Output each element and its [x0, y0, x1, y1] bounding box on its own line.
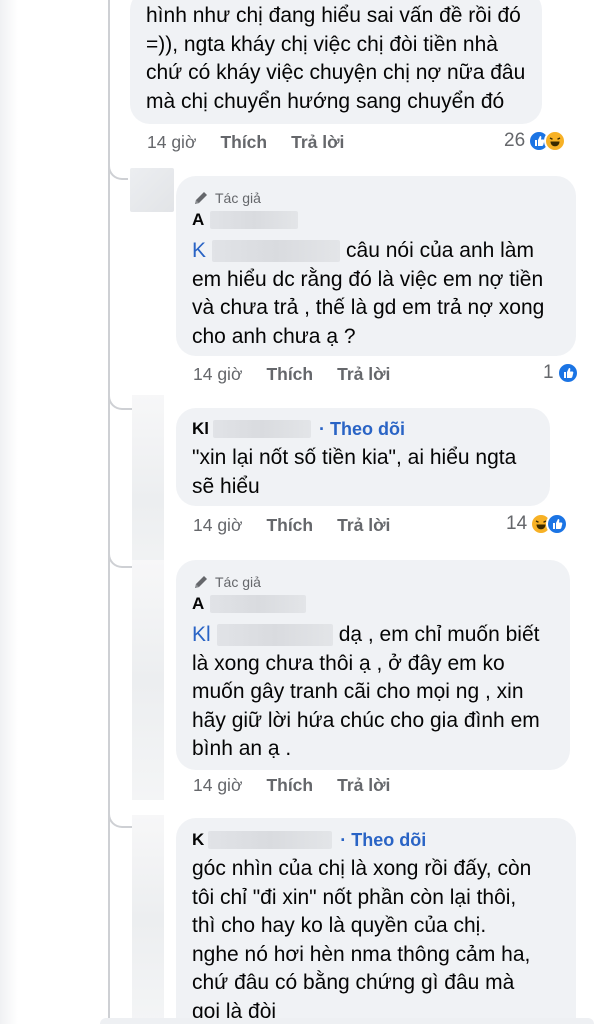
comment-line-rest: câu nói của anh làm — [346, 239, 534, 262]
comment-line: và chưa trả , thế là gd em trả nợ xong — [192, 296, 545, 319]
timestamp[interactable]: 14 giờ — [193, 364, 242, 385]
comment-line: =)), ngta kháy chị việc chị đòi tiền nhà — [146, 32, 498, 56]
comment-bubble: Tác giả A Kl dạ , em chỉ muốn biết là xon… — [176, 560, 570, 770]
reaction-summary[interactable]: 26 — [504, 130, 567, 152]
mention-link[interactable]: Kl — [192, 623, 211, 646]
redacted-name — [210, 211, 299, 229]
comment-author[interactable]: K · Theo dõi — [192, 829, 560, 851]
reply-button[interactable]: Trả lời — [337, 775, 390, 796]
redacted-name — [210, 595, 307, 613]
like-reaction-icon — [546, 513, 569, 535]
author-badge-label: Tác giả — [215, 574, 261, 590]
comment-line-rest: dạ , em chỉ muốn biết — [338, 623, 540, 646]
like-button[interactable]: Thích — [266, 364, 313, 385]
reply-button[interactable]: Trả lời — [337, 515, 390, 536]
pen-icon — [195, 576, 207, 588]
comment-line: bình an ạ . — [192, 737, 292, 760]
comment-line: thì cho hay ko là quyền của chị. — [192, 914, 487, 937]
comment-line: em hiểu dc rằng đó là việc em nợ tiền — [192, 267, 544, 291]
comment-bubble: K · Theo dõi góc nhìn của chị là xong rồ… — [176, 818, 576, 1024]
comment-bubble: Tác giả A Kcâu nói của anh làm em hiểu d… — [176, 176, 576, 356]
like-reaction-icon — [556, 362, 579, 384]
redacted-name — [213, 420, 311, 438]
reply-button[interactable]: Trả lời — [291, 132, 344, 153]
comment-author[interactable]: A — [192, 593, 554, 615]
comment-bubble: hình như chị đang hiểu sai vấn đề rồi đó… — [130, 0, 542, 124]
timestamp[interactable]: 14 giờ — [147, 132, 196, 153]
comment-author[interactable]: A — [192, 209, 560, 231]
author-name[interactable]: K — [192, 829, 204, 851]
reaction-count: 26 — [504, 130, 526, 151]
timestamp[interactable]: 14 giờ — [193, 515, 242, 536]
comment-actions: 14 giờ Thích Trả lời — [193, 364, 390, 385]
avatar[interactable] — [132, 815, 164, 1024]
like-button[interactable]: Thích — [266, 775, 313, 796]
avatar[interactable] — [132, 560, 164, 800]
comment-line: góc nhìn của chị là xong rồi đấy, còn — [192, 857, 532, 880]
reaction-count: 14 — [506, 513, 528, 534]
left-edge-shadow — [0, 0, 18, 1024]
comment-actions: 14 giờ Thích Trả lời — [193, 775, 390, 796]
author-name[interactable]: Kl — [192, 418, 209, 440]
comment-line: chứ đâu có bằng chứng gì đâu mà — [192, 971, 515, 994]
like-button[interactable]: Thích — [266, 515, 313, 536]
like-button[interactable]: Thích — [220, 132, 267, 153]
comment-composer-edge — [100, 1018, 594, 1024]
redacted-mention — [216, 624, 333, 647]
comment-line: Kcâu nói của anh làm — [192, 237, 560, 266]
avatar[interactable] — [130, 168, 174, 212]
reply-button[interactable]: Trả lời — [337, 364, 390, 385]
follow-link[interactable]: · Theo dõi — [319, 418, 405, 440]
comment-actions: 14 giờ Thích Trả lời — [193, 515, 390, 536]
comment-line: là xong chưa thôi ạ , ở đây em ko — [192, 651, 505, 675]
thread-connector — [108, 150, 128, 180]
comment-line: chứ có kháy việc chuyện chị nợ nữa đâu — [146, 61, 526, 84]
comment-line: cho anh chưa ạ ? — [192, 324, 356, 348]
author-badge: Tác giả — [192, 187, 560, 209]
comment-line: hãy giữ lời hứa chúc cho gia đình em — [192, 708, 540, 732]
author-name[interactable]: A — [192, 593, 204, 615]
follow-link[interactable]: · Theo dõi — [340, 829, 426, 851]
comment-line: hình như chị đang hiểu sai vấn đề rồi đó — [146, 4, 521, 27]
comment-line: Kl dạ , em chỉ muốn biết — [192, 621, 554, 650]
mention-link[interactable]: K — [192, 239, 206, 262]
timestamp[interactable]: 14 giờ — [193, 775, 242, 796]
comment-author[interactable]: Kl · Theo dõi — [192, 418, 534, 440]
redacted-mention — [212, 240, 341, 263]
reaction-count: 1 — [543, 362, 554, 383]
comment-line: nghe nó hơi hèn nma thông cảm ha, — [192, 942, 531, 966]
comment-bubble: Kl · Theo dõi "xin lại nốt số tiền kia",… — [176, 408, 550, 506]
comment-line: mà chị chuyển hướng sang chuyển đó — [146, 89, 505, 113]
author-badge-label: Tác giả — [215, 190, 261, 206]
reaction-summary[interactable]: 14 — [506, 513, 569, 535]
comment-line: muốn gây tranh cãi cho mọi ng , xin — [192, 680, 524, 703]
comment-line: sẽ hiểu — [192, 474, 260, 498]
comment-line: tôi chỉ "đi xin" nốt phần còn lại thôi, — [192, 885, 517, 909]
comment-actions: 14 giờ Thích Trả lời — [147, 132, 344, 153]
author-name[interactable]: A — [192, 209, 204, 231]
reaction-summary[interactable]: 1 — [543, 362, 579, 384]
haha-reaction-icon — [544, 130, 567, 152]
author-badge: Tác giả — [192, 571, 554, 593]
pen-icon — [195, 192, 207, 204]
redacted-name — [208, 831, 333, 849]
comment-line: "xin lại nốt số tiền kia", ai hiểu ngta — [192, 446, 517, 469]
